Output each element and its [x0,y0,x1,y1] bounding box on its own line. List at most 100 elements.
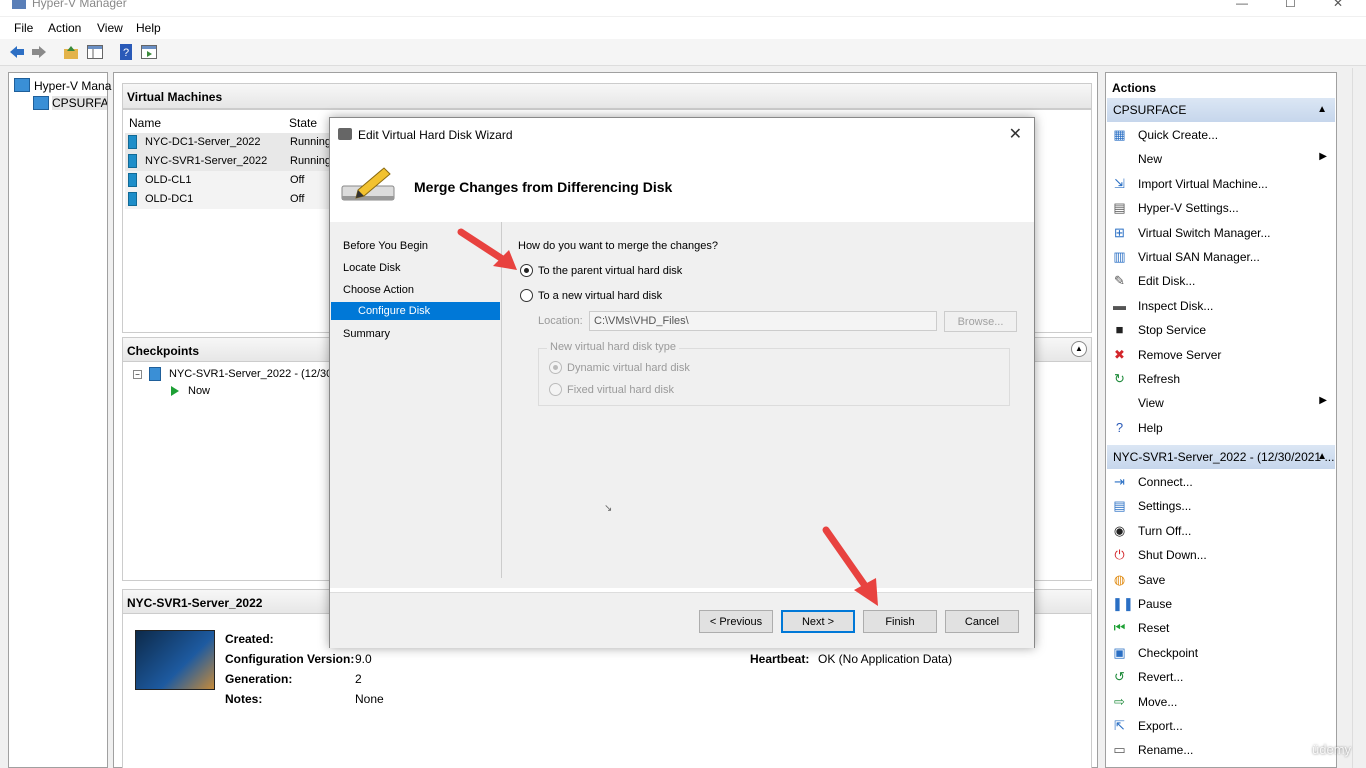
action-revert[interactable]: ↺ Revert... [1107,665,1335,689]
action-label: Export... [1138,719,1183,733]
navigation-tree: Hyper-V Mana CPSURFAC [8,72,111,768]
radio-dynamic-disk[interactable] [549,361,562,374]
action-new[interactable]: New ▶ [1107,147,1335,171]
close-window-button[interactable]: ✕ [1333,0,1343,10]
action-quick-create[interactable]: ▦ Quick Create... [1107,123,1335,147]
action-stop[interactable]: ■ Stop Service [1107,318,1335,342]
dialog-titlebar: Edit Virtual Hard Disk Wizard ✕ [330,118,1034,150]
action-reset[interactable]: ⏮ Reset [1107,616,1335,640]
action-checkpoint[interactable]: ▣ Checkpoint [1107,641,1335,665]
action-label: New [1138,152,1163,167]
checkpoint-now[interactable]: Now [188,385,210,397]
actions-group-server[interactable]: CPSURFACE ▲ [1107,98,1335,122]
menu-file[interactable]: File [14,21,33,35]
vertical-scrollbar[interactable] [1352,68,1365,768]
fixed-disk-label[interactable]: Fixed virtual hard disk [567,384,674,396]
action-label: Turn Off... [1138,523,1192,538]
action-turn-off[interactable]: ◉ Turn Off... [1107,519,1335,543]
menu-help[interactable]: Help [136,21,161,35]
checkpoint-item[interactable]: NYC-SVR1-Server_2022 - (12/30/ [169,368,335,380]
menu-view[interactable]: View [97,21,123,35]
step-summary[interactable]: Summary [343,328,390,340]
location-input[interactable]: C:\VMs\VHD_Files\ [589,311,937,331]
action-vm-settings[interactable]: ▤ Settings... [1107,494,1335,518]
next-button[interactable]: Next > [781,610,855,633]
help-book-icon[interactable]: ? [117,43,135,61]
dialog-close-button[interactable]: ✕ [1009,124,1022,144]
action-save[interactable]: ◍ Save [1107,568,1335,592]
vm-name: NYC-DC1-Server_2022 [145,136,261,148]
action-edit-disk[interactable]: ✎ Edit Disk... [1107,269,1335,293]
menu-action[interactable]: Action [48,21,81,35]
action-label: Virtual SAN Manager... [1138,250,1260,264]
collapse-checkpoints-icon[interactable]: ▲ [1071,341,1087,357]
show-hide-tree-icon[interactable] [86,43,104,61]
actions-group-vm[interactable]: NYC-SVR1-Server_2022 - (12/30/2021 ... ▲ [1107,445,1335,469]
minimize-button[interactable]: — [1236,0,1248,10]
action-label: Import Virtual Machine... [1138,176,1268,191]
action-switch[interactable]: ⊞ Virtual Switch Manager... [1107,221,1335,245]
maximize-button[interactable]: ☐ [1285,0,1296,10]
tree-server-node[interactable]: CPSURFAC [52,96,107,110]
save-icon: ◍ [1113,571,1126,587]
heartbeat-value: OK (No Application Data) [818,652,953,666]
action-settings-page[interactable]: ▤ Hyper-V Settings... [1107,196,1335,220]
vm-state: Running [290,136,331,148]
action-connect[interactable]: ⇥ Connect... [1107,470,1335,494]
dialog-body: Before You Begin Locate Disk Choose Acti… [330,222,1034,588]
action-help[interactable]: ? Help [1107,416,1335,440]
action-shut-down[interactable]: ⏻ Shut Down... [1107,543,1335,567]
mouse-cursor-icon: ↘ [604,503,613,514]
column-name[interactable]: Name [129,116,161,130]
action-inspect-disk[interactable]: ▬ Inspect Disk... [1107,294,1335,318]
generation-label: Generation: [225,672,293,686]
inspect-disk-icon: ▬ [1113,297,1126,313]
radio-fixed-disk[interactable] [549,383,562,396]
browse-button[interactable]: Browse... [944,311,1017,332]
action-pause[interactable]: ❚❚ Pause [1107,592,1335,616]
action-remove[interactable]: ✖ Remove Server [1107,343,1335,367]
forward-arrow-icon[interactable] [30,43,48,61]
vm-thumbnail[interactable] [135,630,215,690]
edit-disk-pencil-icon [341,167,395,201]
option-new-disk-label[interactable]: To a new virtual hard disk [538,290,662,302]
action-import[interactable]: ⇲ Import Virtual Machine... [1107,172,1335,196]
action-label: Move... [1138,694,1178,709]
dynamic-disk-label[interactable]: Dynamic virtual hard disk [567,362,690,374]
action-rename[interactable]: ▭ Rename... [1107,738,1335,762]
action-label: Edit Disk... [1138,274,1196,289]
action-label: Refresh [1138,372,1181,386]
collapse-node-icon[interactable]: − [133,370,142,379]
action-san[interactable]: ▥ Virtual SAN Manager... [1107,245,1335,269]
action-label: Shut Down... [1138,548,1207,563]
notes-label: Notes: [225,692,263,706]
cancel-button[interactable]: Cancel [945,610,1019,633]
action-move[interactable]: ⇨ Move... [1107,690,1335,714]
action-view[interactable]: View ▶ [1107,391,1335,415]
option-parent-disk-label[interactable]: To the parent virtual hard disk [538,265,682,277]
step-before-you-begin[interactable]: Before You Begin [343,240,428,252]
radio-parent-disk[interactable] [520,264,533,277]
action-label: Settings... [1138,499,1192,514]
switch-icon: ⊞ [1114,224,1125,240]
step-locate-disk[interactable]: Locate Disk [343,262,400,274]
window-titlebar: Hyper-V Manager — ☐ ✕ [0,0,1366,16]
up-folder-icon[interactable] [62,43,80,61]
step-choose-action[interactable]: Choose Action [343,284,414,296]
previous-button[interactable]: < Previous [699,610,773,633]
action-export[interactable]: ⇱ Export... [1107,714,1335,738]
created-label: Created: [225,632,274,646]
quick-create-icon: ▦ [1113,127,1126,142]
action-label: Checkpoint [1138,645,1199,660]
tree-root-hyperv-manager[interactable]: Hyper-V Mana [34,79,111,93]
column-state[interactable]: State [289,116,317,130]
finish-button[interactable]: Finish [863,610,937,633]
action-label: Hyper-V Settings... [1138,201,1239,216]
import-icon: ⇲ [1114,175,1125,191]
notes-value: None [355,692,384,706]
show-hide-action-pane-icon[interactable] [140,43,158,61]
radio-new-disk[interactable] [520,289,533,302]
action-refresh[interactable]: ↻ Refresh [1107,367,1335,391]
step-configure-disk[interactable]: Configure Disk [331,302,500,320]
back-arrow-icon[interactable] [8,43,26,61]
